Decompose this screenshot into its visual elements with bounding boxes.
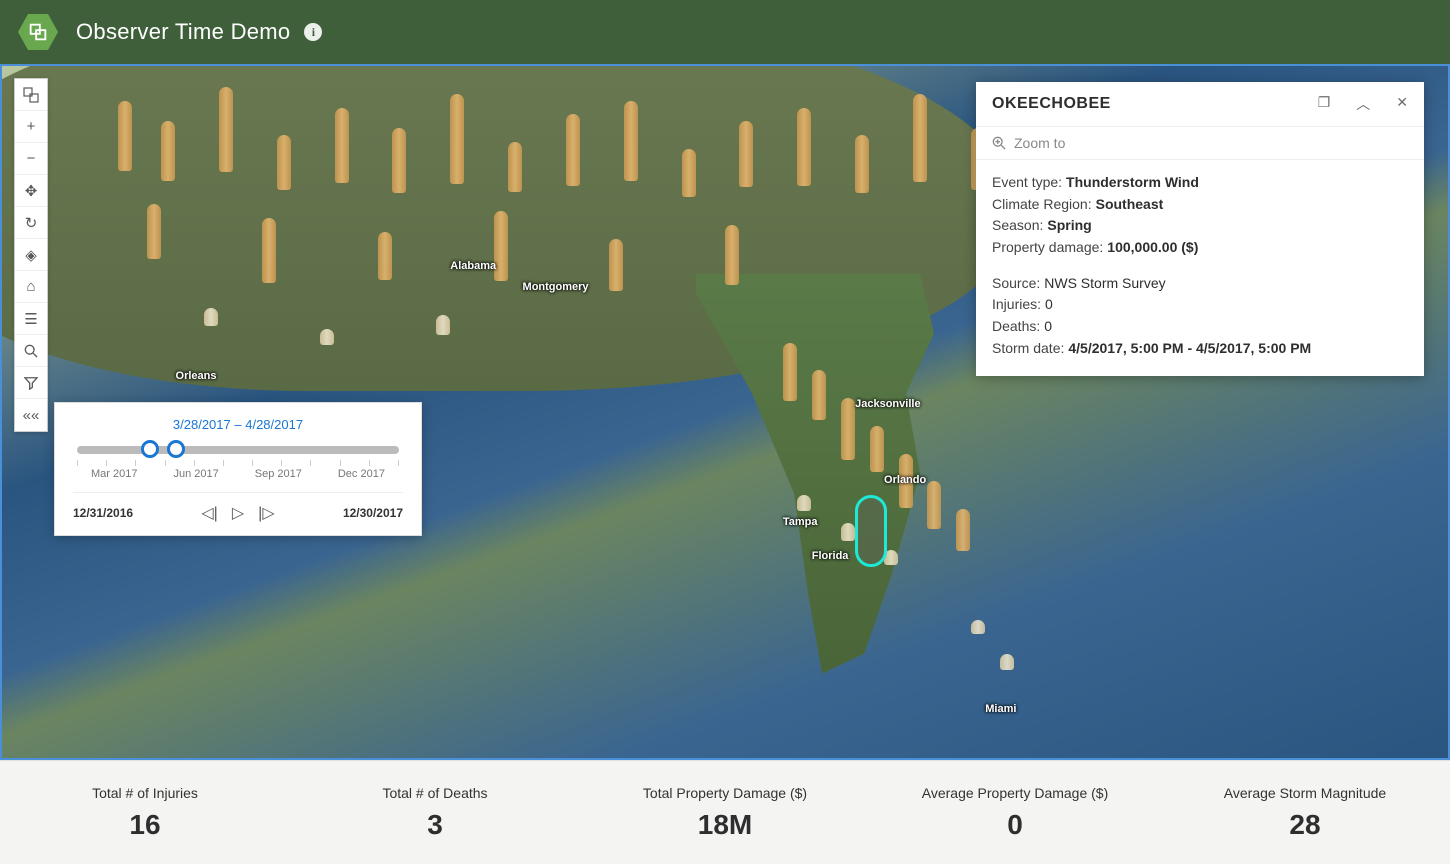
close-icon[interactable]: ✕: [1396, 94, 1408, 114]
time-slider-track[interactable]: [77, 446, 399, 454]
app-logo: [18, 12, 58, 52]
stat-card: Total Property Damage ($)18M: [580, 761, 870, 864]
map-label: Tampa: [783, 516, 818, 528]
time-slider-ticks: Mar 2017 Jun 2017 Sep 2017 Dec 2017: [73, 468, 403, 480]
rotate-button[interactable]: ↻: [15, 207, 47, 239]
compass-button[interactable]: ◈: [15, 239, 47, 271]
feature-popup: OKEECHOBEE ❐ ︿ ✕ Zoom to Event type:Thun…: [976, 82, 1424, 376]
info-icon[interactable]: i: [304, 23, 322, 41]
stats-bar: Total # of Injuries16 Total # of Deaths3…: [0, 760, 1450, 864]
collapse-icon[interactable]: ︿: [1356, 94, 1370, 114]
stat-card: Average Property Damage ($)0: [870, 761, 1160, 864]
map-label: Florida: [812, 550, 849, 562]
time-slider-widget: 3/28/2017 – 4/28/2017 Mar 2017 Jun 2017 …: [54, 402, 422, 536]
map-label: Orleans: [176, 370, 217, 382]
pan-button[interactable]: ✥: [15, 175, 47, 207]
app-header: Observer Time Demo i: [0, 0, 1450, 64]
time-play-button[interactable]: ▷: [232, 503, 244, 523]
filter-button[interactable]: [15, 367, 47, 399]
search-button[interactable]: [15, 335, 47, 367]
map-3d-scene[interactable]: Alabama Montgomery Jacksonville Orlando …: [0, 64, 1450, 760]
time-extent-end: 12/30/2017: [343, 506, 403, 520]
time-previous-button[interactable]: ◁|: [201, 503, 217, 523]
map-label: Jacksonville: [855, 398, 920, 410]
zoom-out-button[interactable]: −: [15, 143, 47, 175]
map-label: Alabama: [450, 260, 496, 272]
map-toolbar: + − ✥ ↻ ◈ ⌂ ☰ ««: [14, 78, 48, 432]
map-label: Montgomery: [523, 281, 589, 293]
stat-card: Average Storm Magnitude28: [1160, 761, 1450, 864]
app-title: Observer Time Demo: [76, 19, 290, 45]
time-slider-thumb-end[interactable]: [167, 440, 185, 458]
time-extent-start: 12/31/2016: [73, 506, 133, 520]
map-label: Miami: [985, 703, 1016, 715]
time-next-button[interactable]: |▷: [258, 503, 274, 523]
popup-body: Event type:Thunderstorm Wind Climate Reg…: [976, 160, 1424, 376]
collapse-toolbar-button[interactable]: ««: [15, 399, 47, 431]
time-slider-thumb-start[interactable]: [141, 440, 159, 458]
stat-card: Total # of Deaths3: [290, 761, 580, 864]
popup-title: OKEECHOBEE: [992, 95, 1318, 113]
basemap-gallery-button[interactable]: [15, 79, 47, 111]
map-label: Orlando: [884, 474, 926, 486]
home-button[interactable]: ⌂: [15, 271, 47, 303]
selected-feature-highlight: [855, 495, 887, 567]
stat-card: Total # of Injuries16: [0, 761, 290, 864]
time-range-label: 3/28/2017 – 4/28/2017: [73, 417, 403, 432]
zoom-in-button[interactable]: +: [15, 111, 47, 143]
dock-icon[interactable]: ❐: [1318, 94, 1331, 114]
layer-list-button[interactable]: ☰: [15, 303, 47, 335]
popup-zoom-to[interactable]: Zoom to: [976, 126, 1424, 160]
